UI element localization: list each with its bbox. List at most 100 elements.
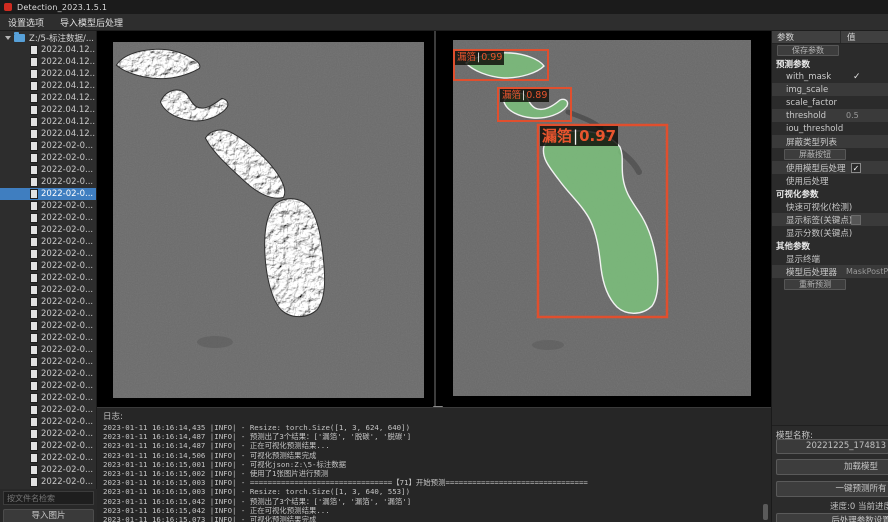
log-line: 2023-01-11 16:16:15,003 |INFO| - Resize:…: [103, 487, 771, 496]
tree-item[interactable]: 2022-02-0...: [0, 224, 96, 236]
file-icon: [31, 94, 37, 102]
log-line: 2023-01-11 16:16:14,435 |INFO| - Resize:…: [103, 423, 771, 432]
tree-item[interactable]: 2022-02-0...: [0, 236, 96, 248]
tree-item[interactable]: 2022.04.12...: [0, 104, 96, 116]
tree-item[interactable]: 2022-02-0...: [0, 440, 96, 452]
file-tree-items: 2022.04.12...2022.04.12...2022.04.12...2…: [0, 44, 96, 489]
file-icon: [31, 154, 37, 162]
tree-item[interactable]: 2022-02-0...: [0, 476, 96, 488]
log-panel: 日志: 2023-01-11 16:16:14,435 |INFO| - Res…: [97, 407, 771, 522]
log-line: 2023-01-11 16:16:15,042 |INFO| - 预测出了3个结…: [103, 497, 771, 506]
tree-item[interactable]: 2022-02-0...: [0, 212, 96, 224]
tree-item-label: 2022-02-0...: [41, 249, 93, 259]
file-icon: [31, 358, 37, 366]
menu-item-settings[interactable]: 设置选项: [8, 16, 44, 29]
log-scrollbar[interactable]: [763, 409, 768, 522]
file-icon: [31, 178, 37, 186]
tree-item[interactable]: 2022.04.12...: [0, 56, 96, 68]
param-value: MaskPostPro: [846, 267, 888, 276]
tree-item[interactable]: 2022-02-0...: [0, 428, 96, 440]
log-line: 2023-01-11 16:16:15,073 |INFO| - 可视化预测结果…: [103, 515, 771, 522]
file-icon: [31, 274, 37, 282]
tree-item[interactable]: 2022-02-0...: [0, 152, 96, 164]
search-input[interactable]: [3, 491, 94, 505]
tree-item[interactable]: 2022-02-0...: [0, 188, 96, 200]
tree-item[interactable]: 2022-02-0...: [0, 320, 96, 332]
tree-item-label: 2022-02-0...: [41, 153, 93, 163]
param-button[interactable]: 保存参数: [777, 45, 839, 56]
app-logo-icon: [4, 3, 12, 11]
tree-item-label: 2022-02-0...: [41, 165, 93, 175]
tree-item[interactable]: 2022-02-0...: [0, 248, 96, 260]
parameters-panel: 参数 值 保存参数预测参数with_mask✓img_scalescale_fa…: [771, 31, 888, 522]
tree-item-label: 2022.04.12...: [41, 93, 97, 103]
tree-item[interactable]: 2022-02-0...: [0, 404, 96, 416]
param-button[interactable]: 屏蔽按钮: [784, 149, 846, 160]
tree-item-label: 2022-02-0...: [41, 429, 93, 439]
tree-item[interactable]: 2022.04.12...: [0, 128, 96, 140]
detection-label-3: 漏箔|0.97: [540, 126, 618, 146]
param-name: 显示分数(关键点): [772, 227, 852, 239]
tree-item[interactable]: 2022-02-0...: [0, 392, 96, 404]
import-image-button[interactable]: 导入图片: [3, 509, 94, 522]
tree-item[interactable]: 2022-02-0...: [0, 200, 96, 212]
tree-item[interactable]: 2022-02-0...: [0, 260, 96, 272]
menu-item-import-postprocess[interactable]: 导入模型后处理: [60, 16, 123, 29]
tree-item[interactable]: 2022.04.12...: [0, 44, 96, 56]
log-line: 2023-01-11 16:16:14,487 |INFO| - 预测出了3个结…: [103, 432, 771, 441]
tree-item[interactable]: 2022.04.12...: [0, 80, 96, 92]
checkbox-empty[interactable]: [851, 215, 861, 225]
param-name: scale_factor: [772, 98, 837, 108]
tree-item[interactable]: 2022-02-0...: [0, 296, 96, 308]
params-button-row: 屏蔽按钮: [772, 148, 888, 161]
predict-all-button[interactable]: 一键预测所有: [776, 481, 888, 497]
file-icon: [31, 46, 37, 54]
tree-item-label: 2022-02-0...: [41, 345, 93, 355]
param-row: 使用模型后处理✓: [772, 161, 888, 174]
log-scrollbar-handle[interactable]: [763, 504, 768, 520]
tree-item[interactable]: 2022-02-0...: [0, 416, 96, 428]
file-icon: [31, 430, 37, 438]
tree-item-label: 2022-02-0...: [41, 285, 93, 295]
tree-item[interactable]: 2022-02-0...: [0, 356, 96, 368]
tree-item[interactable]: 2022.04.12...: [0, 116, 96, 128]
file-icon: [31, 406, 37, 414]
tree-item[interactable]: 2022.04.12...: [0, 68, 96, 80]
tree-item-label: 2022-02-0...: [41, 417, 93, 427]
tree-item[interactable]: 2022.04.12...: [0, 92, 96, 104]
tree-item[interactable]: 2022-02-0...: [0, 308, 96, 320]
tree-item[interactable]: 2022-02-0...: [0, 272, 96, 284]
detection-label-2: 漏箔|0.89: [500, 89, 549, 102]
tree-item[interactable]: 2022-02-0...: [0, 344, 96, 356]
tree-item[interactable]: 2022-02-0...: [0, 464, 96, 476]
param-name: threshold: [772, 111, 826, 121]
tree-item-label: 2022-02-0...: [41, 393, 93, 403]
tree-item-label: 2022-02-0...: [41, 357, 93, 367]
file-icon: [31, 106, 37, 114]
tree-item[interactable]: 2022-02-0...: [0, 164, 96, 176]
load-model-button[interactable]: 加载模型: [776, 459, 888, 475]
tree-item-label: 2022-02-0...: [41, 369, 93, 379]
tree-item[interactable]: 2022-02-0...: [0, 380, 96, 392]
tree-expand-arrow-icon[interactable]: [5, 36, 11, 40]
menu-bar: 设置选项 导入模型后处理: [0, 14, 888, 31]
model-id-field[interactable]: 20221225_174813: [776, 439, 888, 454]
log-line: 2023-01-11 16:16:15,042 |INFO| - 正在可视化预测…: [103, 506, 771, 515]
checkbox-checked[interactable]: ✓: [851, 163, 861, 173]
param-row: iou_threshold: [772, 122, 888, 135]
param-row: 使用后处理: [772, 174, 888, 187]
param-name: with_mask: [772, 72, 831, 82]
tree-item[interactable]: 2022-02-0...: [0, 176, 96, 188]
tree-item-label: 2022-02-0...: [41, 465, 93, 475]
tree-item[interactable]: 2022-02-0...: [0, 284, 96, 296]
tree-item-label: 2022-02-0...: [41, 141, 93, 151]
tree-item[interactable]: 2022-02-0...: [0, 452, 96, 464]
tree-item[interactable]: 2022-02-0...: [0, 368, 96, 380]
postprocess-settings-button[interactable]: 后处理参数设置: [776, 513, 888, 522]
file-icon: [31, 58, 37, 66]
tree-item[interactable]: 2022-02-0: [0, 488, 96, 489]
tree-root-folder[interactable]: Z:/5-标注数据/...: [0, 31, 96, 44]
tree-item[interactable]: 2022-02-0...: [0, 332, 96, 344]
param-button[interactable]: 重新预测: [784, 279, 846, 290]
tree-item[interactable]: 2022-02-0...: [0, 140, 96, 152]
